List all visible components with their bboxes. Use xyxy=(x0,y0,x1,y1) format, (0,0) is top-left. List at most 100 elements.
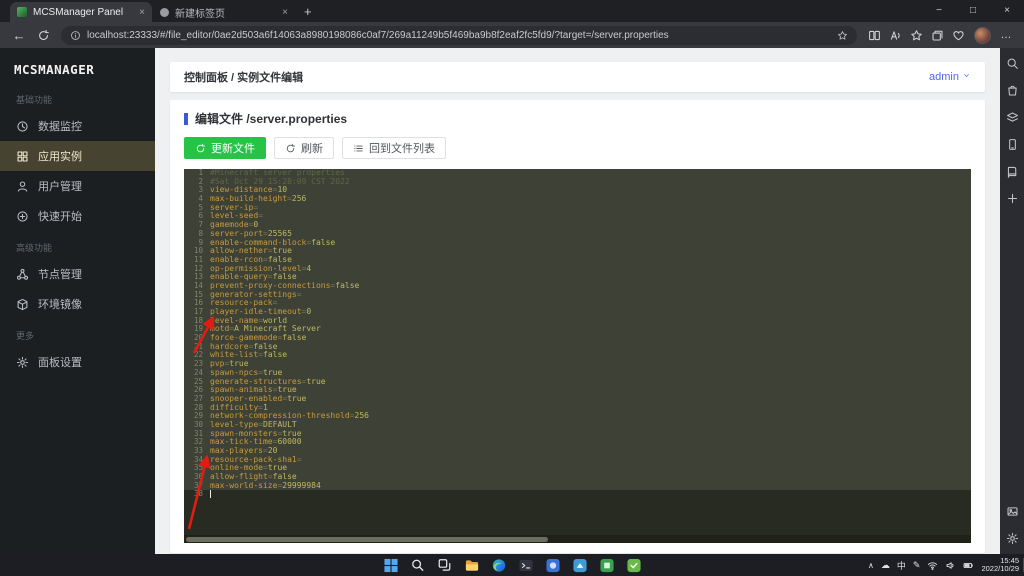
wifi-icon[interactable] xyxy=(927,560,938,571)
ime-indicator[interactable]: 中 xyxy=(897,559,906,572)
taskbar-search-icon[interactable] xyxy=(410,557,426,573)
battery-icon[interactable] xyxy=(963,560,974,571)
gear-icon[interactable] xyxy=(1006,532,1019,545)
editor-line[interactable]: 20 force-gamemode=false xyxy=(184,333,971,343)
book-icon[interactable] xyxy=(1006,165,1019,178)
line-number: 6 xyxy=(198,211,203,221)
profile-avatar[interactable] xyxy=(974,26,991,44)
grid-icon xyxy=(17,151,28,161)
taskbar-app-blue-icon[interactable] xyxy=(545,557,561,573)
sidebar-item[interactable]: 用户管理 xyxy=(0,171,155,201)
back-button[interactable]: ← xyxy=(8,24,30,46)
editor-line[interactable]: 32 max-tick-time=60000 xyxy=(184,437,971,447)
page-content: 控制面板 / 实例文件编辑 admin 编辑文件 /server.propert… xyxy=(155,48,1000,554)
windows-taskbar: ∧ ☁ 中 ✎ 15:45 2022/10/29 xyxy=(0,554,1024,576)
editor-line[interactable]: 4 max-build-height=256 xyxy=(184,194,971,204)
editor-line[interactable]: 38 xyxy=(184,490,971,500)
address-bar[interactable]: localhost:23333/#/file_editor/0ae2d503a6… xyxy=(61,25,857,45)
sidebar-item[interactable]: 节点管理 xyxy=(0,259,155,289)
taskbar-app-steel-icon[interactable] xyxy=(572,557,588,573)
pen-icon[interactable]: ✎ xyxy=(913,560,921,571)
refresh-button[interactable]: 刷新 xyxy=(274,137,334,159)
editor-line[interactable]: 29 network-compression-threshold=256 xyxy=(184,411,971,421)
editor-line[interactable]: 33 max-players=20 xyxy=(184,446,971,456)
taskbar-app-green-icon[interactable] xyxy=(599,557,615,573)
taskbar-task-view-icon[interactable] xyxy=(437,557,453,573)
minimize-icon[interactable]: − xyxy=(922,0,956,22)
split-screen-icon xyxy=(869,30,880,40)
editor-line[interactable]: 37 max-world-size=29999984 xyxy=(184,481,971,491)
line-number: 5 xyxy=(198,202,203,212)
search-icon[interactable] xyxy=(1006,57,1019,70)
plus-icon[interactable] xyxy=(1006,192,1019,205)
shopping-icon[interactable] xyxy=(1006,84,1019,97)
editor-line[interactable]: 17 player-idle-timeout=0 xyxy=(184,307,971,317)
battery-icon xyxy=(964,562,974,568)
editor-line[interactable]: 21 hardcore=false xyxy=(184,342,971,352)
reload-button[interactable] xyxy=(32,24,54,46)
editor-line[interactable]: 27 snooper-enabled=true xyxy=(184,394,971,404)
sidebar-item[interactable]: 应用实例 xyxy=(0,141,155,171)
new-tab-button[interactable]: + xyxy=(304,4,312,19)
sidebar-item[interactable]: 快速开始 xyxy=(0,201,155,231)
url-text: localhost:23333/#/file_editor/0ae2d503a6… xyxy=(87,29,669,41)
editor-line[interactable]: 23 pvp=true xyxy=(184,359,971,369)
bookmark-star-icon[interactable] xyxy=(837,30,848,41)
editor-line[interactable]: 9 enable-command-block=false xyxy=(184,238,971,248)
user-menu[interactable]: admin xyxy=(929,71,971,83)
update-file-button[interactable]: 更新文件 xyxy=(184,137,266,159)
taskbar-terminal-icon[interactable] xyxy=(518,557,534,573)
heart-icon[interactable] xyxy=(948,24,969,46)
editor-line[interactable]: 22 white-list=false xyxy=(184,351,971,360)
layers-icon[interactable] xyxy=(1006,111,1019,124)
editor-line[interactable]: 7 gamemode=0 xyxy=(184,220,971,230)
editor-line[interactable]: 30 level-type=DEFAULT xyxy=(184,420,971,430)
maximize-icon[interactable]: □ xyxy=(956,0,990,22)
tab-close-icon[interactable]: × xyxy=(282,7,288,18)
editor-line[interactable]: 34 resource-pack-sha1= xyxy=(184,455,971,465)
taskbar-file-explorer-icon[interactable] xyxy=(464,557,480,573)
editor-line[interactable]: 5 server-ip= xyxy=(184,202,971,213)
taskbar-edge-icon[interactable] xyxy=(491,557,507,573)
sidebar-item-label: 环境镜像 xyxy=(38,299,82,311)
split-screen-icon[interactable] xyxy=(864,24,885,46)
code-editor[interactable]: 1 #Minecraft server properties 2 #Sat Oct 2… xyxy=(184,169,971,543)
editor-line[interactable]: 35 online-mode=true xyxy=(184,463,971,473)
browser-tab-strip: MCSManager Panel × 新建标签页 × + − □ × xyxy=(0,0,1024,22)
editor-line[interactable]: 25 generate-structures=true xyxy=(184,377,971,387)
editor-line[interactable]: 6 level-seed= xyxy=(184,212,971,221)
cloud-icon[interactable]: ☁ xyxy=(881,560,890,571)
phone-icon[interactable] xyxy=(1006,138,1019,151)
sidebar-item[interactable]: 面板设置 xyxy=(0,347,155,377)
editor-line[interactable]: 12 op-permission-level=4 xyxy=(184,264,971,274)
browser-tab[interactable]: 新建标签页 × xyxy=(153,2,295,22)
tray-chevron-icon[interactable]: ∧ xyxy=(868,561,874,570)
book-icon xyxy=(1007,166,1016,178)
tab-close-icon[interactable]: × xyxy=(139,7,145,18)
editor-line[interactable]: 10 allow-nether=true xyxy=(184,246,971,256)
site-info-icon[interactable] xyxy=(70,30,81,41)
read-aloud-icon[interactable] xyxy=(885,24,906,46)
browser-menu-icon[interactable]: … xyxy=(996,29,1016,41)
collections-icon[interactable] xyxy=(927,24,948,46)
wifi-icon xyxy=(928,561,938,570)
taskbar-clock[interactable]: 15:45 2022/10/29 xyxy=(981,556,1019,574)
volume-icon[interactable] xyxy=(945,560,956,571)
editor-line[interactable]: 14 prevent-proxy-connections=false xyxy=(184,281,971,291)
card-title: 编辑文件 /server.properties xyxy=(195,112,348,126)
back-to-file-list-button[interactable]: 回到文件列表 xyxy=(342,137,446,159)
taskbar-start-icon[interactable] xyxy=(383,557,399,573)
close-icon[interactable]: × xyxy=(990,0,1024,22)
editor-line[interactable]: 15 generator-settings= xyxy=(184,290,971,300)
scrollbar-thumb[interactable] xyxy=(186,536,549,542)
sidebar-item[interactable]: 环境镜像 xyxy=(0,289,155,319)
favorites-icon[interactable] xyxy=(906,24,927,46)
sidebar-item[interactable]: 数据监控 xyxy=(0,111,155,141)
image-icon[interactable] xyxy=(1006,505,1019,518)
editor-line[interactable]: 31 spawn-monsters=true xyxy=(184,429,971,439)
taskbar-app-lime-icon[interactable] xyxy=(626,557,642,573)
browser-toolbar: ← localhost:23333/#/file_editor/0ae2d503… xyxy=(0,22,1024,48)
editor-line[interactable]: 2 #Sat Oct 29 15:28:09 CST 2022 xyxy=(184,177,971,187)
horizontal-scrollbar[interactable] xyxy=(184,535,971,543)
browser-tab[interactable]: MCSManager Panel × xyxy=(10,2,152,22)
